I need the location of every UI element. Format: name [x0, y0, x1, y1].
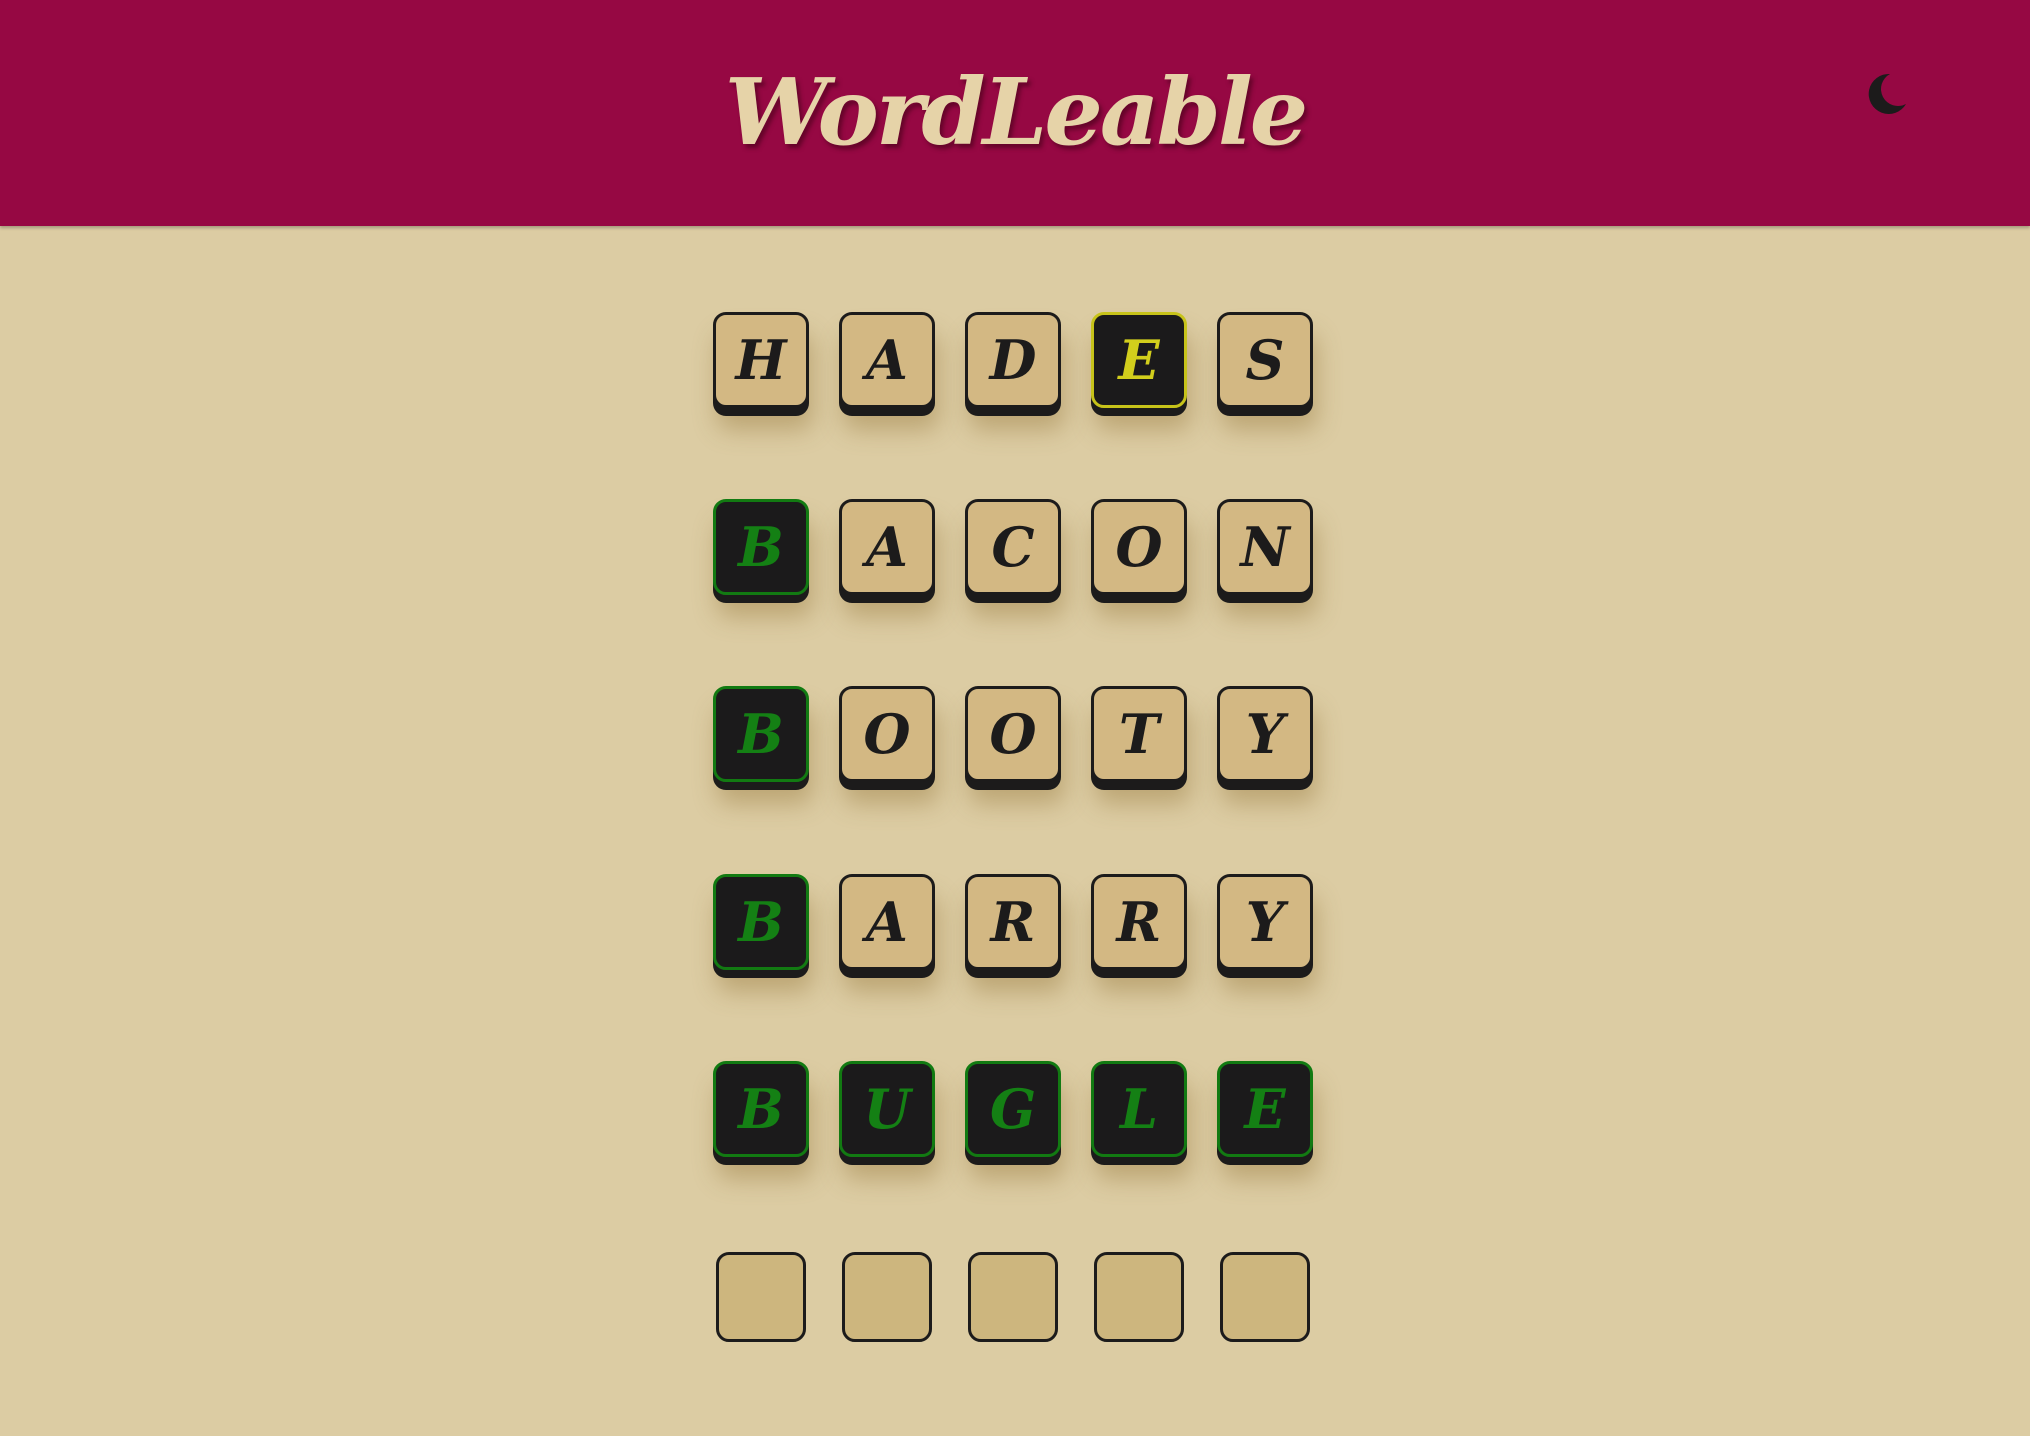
guess-row-3: BOOTY — [713, 686, 1318, 794]
guess-row-4: BARRY — [713, 874, 1318, 982]
moon-icon[interactable] — [1862, 70, 1910, 118]
guess-row-6 — [713, 1249, 1318, 1357]
letter-tile: A — [839, 499, 935, 595]
letter-tile: R — [965, 874, 1061, 970]
letter-tile: A — [839, 874, 935, 970]
letter-tile: O — [965, 686, 1061, 782]
letter-tile: G — [965, 1061, 1061, 1157]
guess-row-5: BUGLE — [713, 1061, 1318, 1169]
letter-tile: U — [839, 1061, 935, 1157]
letter-tile: B — [713, 499, 809, 595]
guess-row-2: BACON — [713, 499, 1318, 607]
letter-tile: E — [1217, 1061, 1313, 1157]
letter-tile: H — [713, 312, 809, 408]
letter-tile: B — [713, 1061, 809, 1157]
letter-tile: C — [965, 499, 1061, 595]
empty-tile — [1220, 1252, 1310, 1342]
letter-tile: L — [1091, 1061, 1187, 1157]
letter-tile: A — [839, 312, 935, 408]
letter-tile: E — [1091, 312, 1187, 408]
empty-tile — [1094, 1252, 1184, 1342]
app-title: WordLeable — [724, 58, 1309, 166]
letter-tile: R — [1091, 874, 1187, 970]
letter-tile: O — [1091, 499, 1187, 595]
letter-tile: Y — [1217, 874, 1313, 970]
letter-tile: B — [713, 686, 809, 782]
letter-tile: S — [1217, 312, 1313, 408]
letter-tile: O — [839, 686, 935, 782]
letter-tile: B — [713, 874, 809, 970]
app-header: WordLeable — [0, 0, 2030, 226]
letter-tile: N — [1217, 499, 1313, 595]
empty-tile — [968, 1252, 1058, 1342]
guess-row-1: HADES — [713, 312, 1318, 420]
letter-tile: Y — [1217, 686, 1313, 782]
empty-tile — [842, 1252, 932, 1342]
letter-tile: T — [1091, 686, 1187, 782]
letter-tile: D — [965, 312, 1061, 408]
empty-tile — [716, 1252, 806, 1342]
